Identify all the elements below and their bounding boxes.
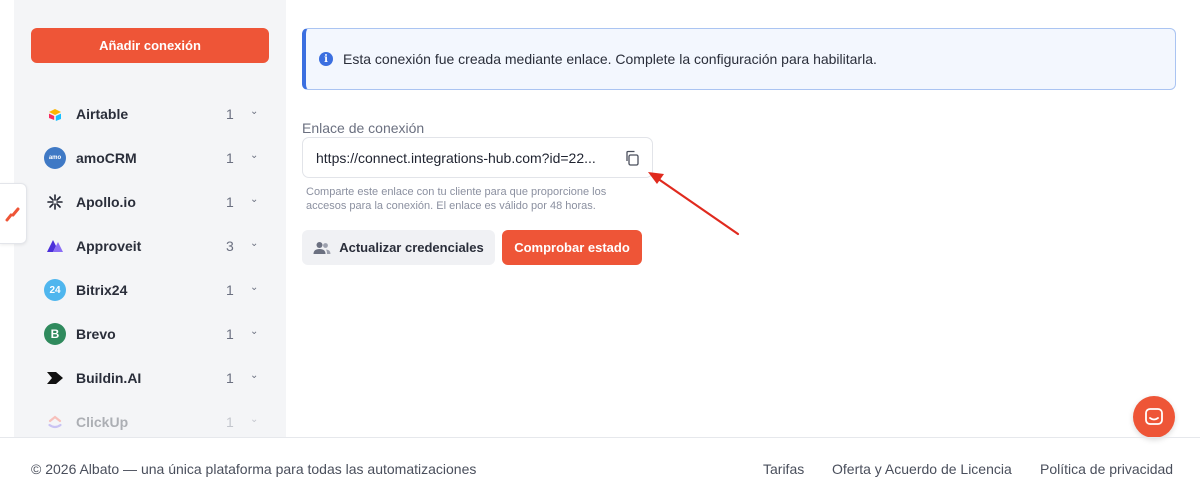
footer: © 2026 Albato — una única plataforma par… (0, 437, 1200, 491)
app-item-airtable[interactable]: Airtable 1 ⌄ (14, 92, 286, 136)
albato-logo-icon (5, 207, 20, 221)
amocrm-logo-icon: amo (44, 147, 66, 169)
connection-count: 3 (226, 238, 234, 254)
app-name: Approveit (76, 238, 142, 254)
app-list: Airtable 1 ⌄ amo amoCRM 1 ⌄ Apollo.io 1 … (14, 92, 286, 437)
app-name: Airtable (76, 106, 129, 122)
connection-link-value[interactable]: https://connect.integrations-hub.com?id=… (316, 150, 611, 166)
sidebar: Añadir conexión Airtable 1 ⌄ amo amoCRM … (14, 0, 286, 437)
connection-count: 1 (226, 414, 234, 430)
copy-icon[interactable] (624, 150, 640, 166)
app-name: Brevo (76, 326, 116, 342)
clickup-logo-icon (44, 411, 66, 433)
app-item-clickup[interactable]: ClickUp 1 ⌄ (14, 400, 286, 437)
add-connection-button[interactable]: Añadir conexión (31, 28, 269, 63)
brevo-logo-icon: B (44, 323, 66, 345)
app-item-approveit[interactable]: Approveit 3 ⌄ (14, 224, 286, 268)
chevron-down-icon[interactable]: ⌄ (250, 370, 258, 381)
approveit-logo-icon (44, 235, 66, 257)
copyright-text: © 2026 Albato — una única plataforma par… (31, 461, 477, 477)
annotation-arrow (648, 172, 740, 236)
bitrix24-logo-icon: 24 (44, 279, 66, 301)
chevron-down-icon[interactable]: ⌄ (250, 194, 258, 205)
side-panel-toggle[interactable] (0, 183, 27, 244)
footer-link-license[interactable]: Oferta y Acuerdo de Licencia (832, 461, 1012, 477)
chevron-down-icon[interactable]: ⌄ (250, 150, 258, 161)
app-item-buildin[interactable]: Buildin.AI 1 ⌄ (14, 356, 286, 400)
chevron-down-icon[interactable]: ⌄ (250, 106, 258, 117)
support-chat-button[interactable] (1133, 396, 1175, 438)
app-name: Bitrix24 (76, 282, 128, 298)
users-icon (313, 241, 331, 254)
info-banner: i Esta conexión fue creada mediante enla… (302, 28, 1176, 90)
connection-link-label: Enlace de conexión (302, 120, 425, 136)
chevron-down-icon[interactable]: ⌄ (250, 326, 258, 337)
connection-count: 1 (226, 370, 234, 386)
app-name: amoCRM (76, 150, 137, 166)
app-item-brevo[interactable]: B Brevo 1 ⌄ (14, 312, 286, 356)
app-item-bitrix24[interactable]: 24 Bitrix24 1 ⌄ (14, 268, 286, 312)
connection-count: 1 (226, 326, 234, 342)
chevron-down-icon[interactable]: ⌄ (250, 282, 258, 293)
connection-link-field[interactable]: https://connect.integrations-hub.com?id=… (302, 137, 653, 178)
app-name: Apollo.io (76, 194, 136, 210)
connection-count: 1 (226, 282, 234, 298)
update-credentials-button[interactable]: Actualizar credenciales (302, 230, 495, 265)
update-credentials-label: Actualizar credenciales (339, 240, 484, 255)
apollo-logo-icon (44, 191, 66, 213)
app-item-amocrm[interactable]: amo amoCRM 1 ⌄ (14, 136, 286, 180)
airtable-logo-icon (44, 103, 66, 125)
app-name: Buildin.AI (76, 370, 142, 386)
banner-text: Esta conexión fue creada mediante enlace… (343, 51, 877, 67)
app-name: ClickUp (76, 414, 129, 430)
footer-link-pricing[interactable]: Tarifas (763, 461, 804, 477)
buildin-logo-icon (44, 367, 66, 389)
chat-icon (1145, 408, 1163, 425)
info-icon: i (319, 52, 333, 66)
check-status-button[interactable]: Comprobar estado (502, 230, 642, 265)
connection-link-hint: Comparte este enlace con tu cliente para… (306, 186, 607, 212)
connection-count: 1 (226, 194, 234, 210)
connection-count: 1 (226, 150, 234, 166)
chevron-down-icon[interactable]: ⌄ (250, 238, 258, 249)
app-item-apollo[interactable]: Apollo.io 1 ⌄ (14, 180, 286, 224)
footer-link-privacy[interactable]: Política de privacidad (1040, 461, 1173, 477)
connection-count: 1 (226, 106, 234, 122)
chevron-down-icon[interactable]: ⌄ (250, 414, 258, 425)
